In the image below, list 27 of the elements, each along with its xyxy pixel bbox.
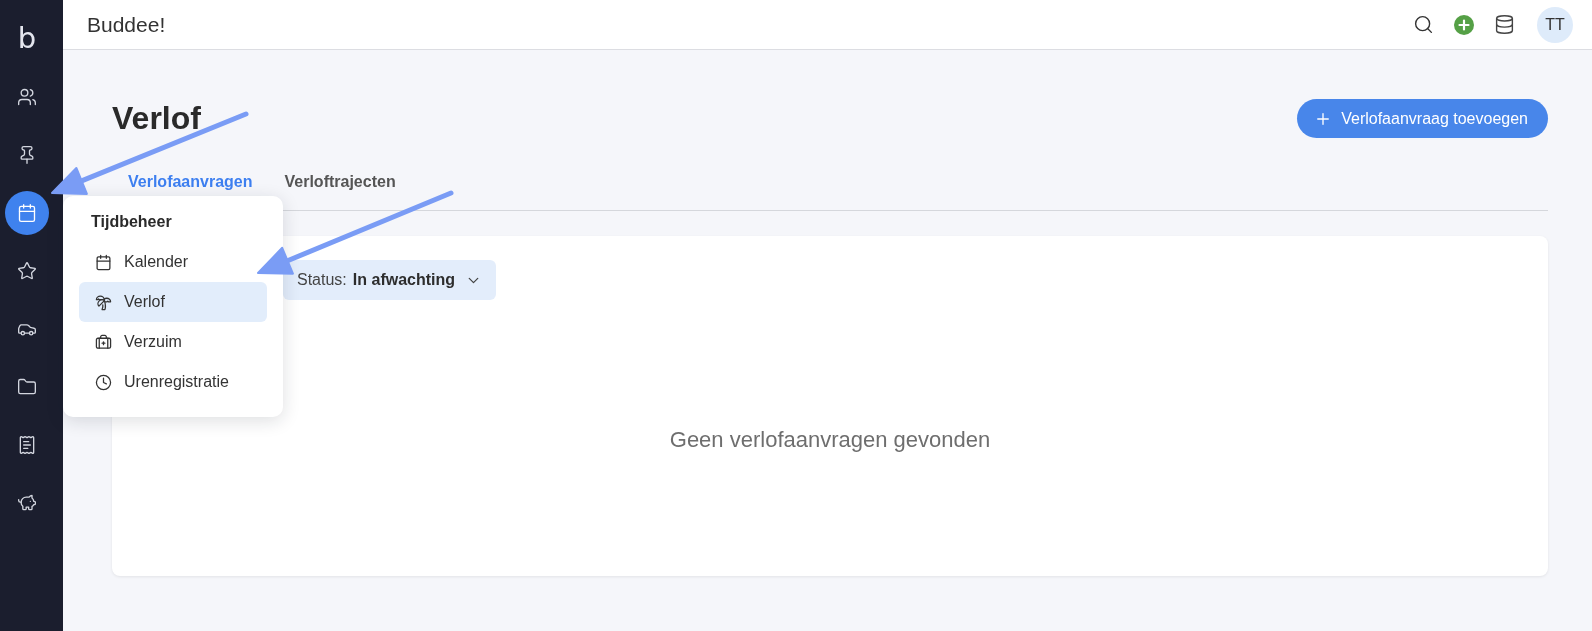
folder-icon xyxy=(17,377,37,397)
add-icon[interactable] xyxy=(1454,14,1474,35)
tab[interactable]: Verloftrajecten xyxy=(268,165,412,211)
receipt-icon xyxy=(17,435,37,455)
empty-state-message: Geen verlofaanvragen gevonden xyxy=(669,427,991,453)
clock-icon xyxy=(95,373,112,391)
database-icon[interactable] xyxy=(1494,14,1515,35)
medical-case-icon xyxy=(95,333,112,351)
star-icon xyxy=(17,261,37,281)
user-avatar[interactable]: TT xyxy=(1537,6,1573,43)
page-title: Verlof xyxy=(112,100,201,137)
search-icon[interactable] xyxy=(1413,14,1434,35)
menu-item[interactable]: Verzuim xyxy=(79,322,267,362)
menu-heading: Tijdbeheer xyxy=(90,212,173,232)
sidebar-nav-button[interactable] xyxy=(5,191,49,235)
piggy-bank-icon xyxy=(17,493,37,513)
menu-item[interactable]: Kalender xyxy=(79,242,267,282)
add-leave-request-button[interactable]: Verlofaanvraag toevoegen xyxy=(1297,99,1548,138)
menu-item[interactable]: Urenregistratie xyxy=(79,362,267,402)
people-icon xyxy=(17,87,37,107)
app-title: Buddee! xyxy=(87,12,166,37)
status-filter-button[interactable]: Status: In afwachting xyxy=(283,260,497,300)
palm-tree-icon xyxy=(95,293,112,311)
menu-item[interactable]: Verlof xyxy=(79,282,267,322)
calendar-icon xyxy=(17,203,37,223)
calendar-icon xyxy=(95,253,112,271)
app-logo[interactable]: b xyxy=(5,16,49,60)
